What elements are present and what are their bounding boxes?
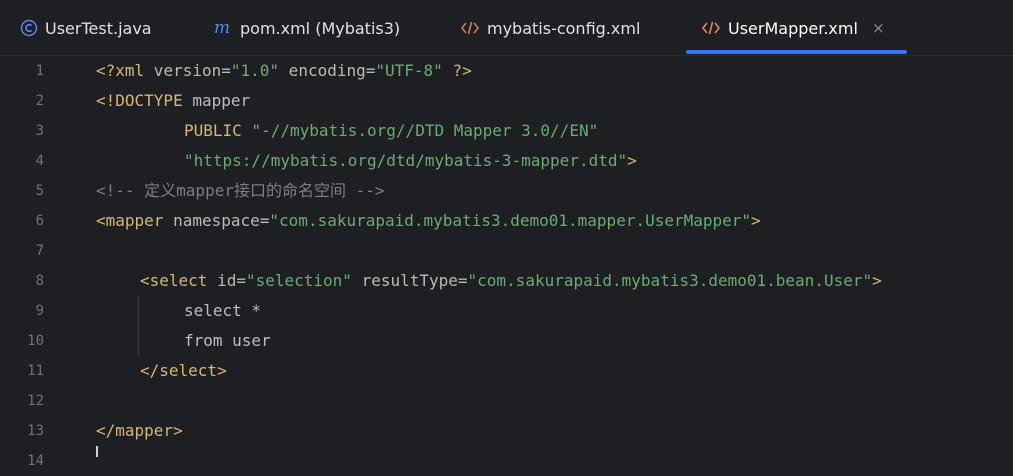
- xml-string: "selection": [245, 271, 352, 290]
- tab-usertest-java[interactable]: UserTest.java: [20, 0, 152, 56]
- line-number: 7: [35, 243, 44, 259]
- line-number: 3: [35, 123, 44, 139]
- xml-tag: <select: [140, 271, 208, 290]
- sql-text: select *: [184, 301, 262, 320]
- svg-text:m: m: [214, 19, 230, 37]
- line-number: 4: [35, 153, 44, 169]
- xml-string: "1.0": [230, 61, 280, 80]
- code-line-3: PUBLIC "-//mybatis.org//DTD Mapper 3.0//…: [184, 116, 598, 146]
- xml-tag: <!DOCTYPE: [96, 91, 183, 110]
- code-line-8: <select id="selection" resultType="com.s…: [140, 266, 882, 296]
- line-number: 10: [27, 333, 44, 349]
- sql-text: from user: [184, 331, 271, 350]
- line-number: 13: [27, 423, 44, 439]
- line-number: 1: [35, 63, 44, 79]
- line-number: 14: [27, 453, 44, 469]
- line-number: 11: [27, 363, 44, 379]
- code-line-4: "https://mybatis.org/dtd/mybatis-3-mappe…: [184, 146, 637, 176]
- java-class-icon: [20, 19, 38, 37]
- xml-attr: encoding=: [279, 61, 376, 80]
- xml-string: "https://mybatis.org/dtd/mybatis-3-mappe…: [184, 151, 628, 170]
- tab-pom-xml[interactable]: m pom.xml (Mybatis3): [213, 0, 400, 56]
- xml-string: "com.sakurapaid.mybatis3.demo01.bean.Use…: [467, 271, 873, 290]
- xml-attr: resultType=: [351, 271, 468, 290]
- xml-file-icon: [701, 20, 721, 36]
- line-number: 2: [35, 93, 44, 109]
- xml-tag: ?>: [442, 61, 472, 80]
- text-caret: [96, 446, 98, 457]
- xml-file-icon: [460, 20, 480, 36]
- editor-tab-bar: UserTest.java m pom.xml (Mybatis3) mybat…: [0, 0, 1013, 56]
- xml-string: "UTF-8": [375, 61, 443, 80]
- line-number: 8: [35, 273, 44, 289]
- line-number: 12: [27, 393, 44, 409]
- line-number: 5: [35, 183, 44, 199]
- maven-icon: m: [213, 19, 233, 37]
- xml-comment: <!-- 定义mapper接口的命名空间 -->: [96, 181, 385, 200]
- xml-string: "-//mybatis.org//DTD Mapper 3.0//EN": [241, 121, 599, 140]
- code-line-1: <?xml version="1.0" encoding="UTF-8" ?>: [96, 56, 472, 86]
- tab-label: UserTest.java: [45, 18, 152, 38]
- xml-tag: </mapper>: [96, 421, 183, 440]
- code-line-6: <mapper namespace="com.sakurapaid.mybati…: [96, 206, 761, 236]
- line-number-gutter: 1 2 3 4 5 6 7 8 9 10 11 12 13 14: [0, 56, 60, 469]
- indent-guide: [138, 296, 139, 356]
- tab-label: pom.xml (Mybatis3): [240, 18, 401, 38]
- xml-tag: </select>: [140, 361, 227, 380]
- xml-tag: <mapper: [96, 211, 164, 230]
- code-line-10: from user: [184, 326, 271, 356]
- xml-attr: id=: [207, 271, 246, 290]
- tab-usermapper-xml[interactable]: UserMapper.xml ×: [701, 0, 885, 56]
- close-icon[interactable]: ×: [872, 19, 885, 37]
- xml-attr: namespace=: [163, 211, 270, 230]
- line-number: 9: [35, 303, 44, 319]
- xml-keyword: PUBLIC: [184, 121, 242, 140]
- line-number: 6: [35, 213, 44, 229]
- tab-label: mybatis-config.xml: [487, 18, 641, 38]
- xml-tag: >: [627, 151, 637, 170]
- code-line-2: <!DOCTYPE mapper: [96, 86, 250, 116]
- code-line-9: select *: [184, 296, 261, 326]
- xml-attr: version=: [144, 61, 231, 80]
- xml-tag: <?xml: [96, 61, 145, 80]
- code-editor[interactable]: 1 2 3 4 5 6 7 8 9 10 11 12 13 14 <?xml v…: [0, 56, 1013, 469]
- active-tab-indicator: [686, 50, 907, 54]
- xml-text: mapper: [182, 91, 251, 110]
- code-line-13: </mapper>: [96, 416, 183, 446]
- tab-mybatis-config-xml[interactable]: mybatis-config.xml: [460, 0, 640, 56]
- tab-label: UserMapper.xml: [728, 18, 858, 38]
- code-line-5: <!-- 定义mapper接口的命名空间 -->: [96, 176, 385, 206]
- xml-tag: >: [751, 211, 761, 230]
- xml-tag: >: [872, 271, 882, 290]
- xml-string: "com.sakurapaid.mybatis3.demo01.mapper.U…: [269, 211, 752, 230]
- code-line-11: </select>: [140, 356, 227, 386]
